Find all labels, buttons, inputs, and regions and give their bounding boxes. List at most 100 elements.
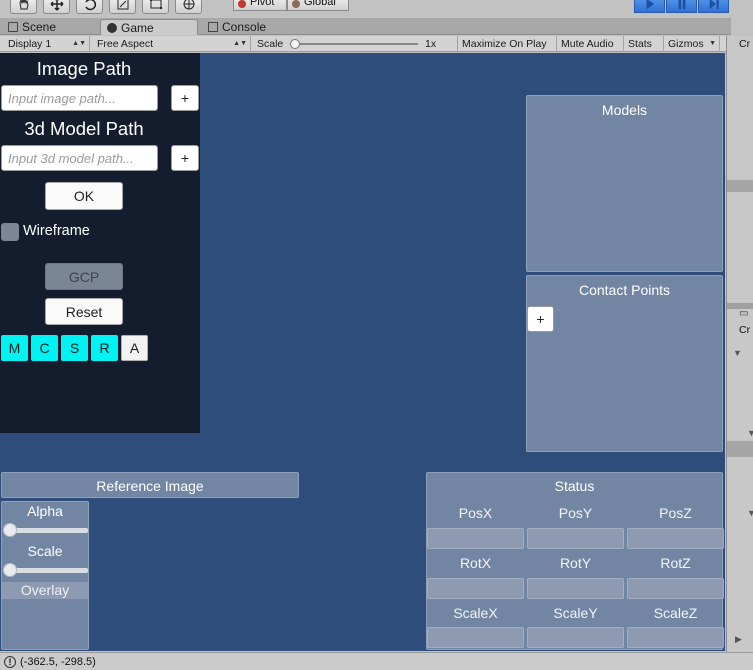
move-tool-button[interactable] [43,0,70,14]
unity-editor-window: Pivot Global Scene Game Console Display … [0,0,753,670]
posz-field[interactable] [627,528,724,549]
image-path-title: Image Path [36,58,132,79]
scroll-handle[interactable] [727,180,753,192]
image-path-input[interactable]: Input image path... [1,85,158,111]
globe-icon [292,0,300,8]
add-contact-point-button[interactable]: + [527,306,554,332]
pause-icon [678,0,685,9]
right-panel-label-2: Cr [739,324,751,336]
transform-icon [183,0,194,10]
models-title: Models [601,102,648,118]
pivot-toggle[interactable]: Pivot [233,0,287,11]
scale-slider[interactable]: Scale 1x [253,36,458,52]
stats-label: Stats [628,38,652,50]
tab-label: Game [121,20,154,35]
triangle-down-icon: ▼ [747,428,753,438]
maximize-on-play-toggle[interactable]: Maximize On Play [458,36,557,52]
posx-field[interactable] [427,528,524,549]
rect-icon [149,0,162,10]
scale-slider-track [293,43,418,45]
scale-label: Scale [257,38,284,50]
reset-button[interactable]: Reset [45,298,123,325]
display-value: Display 1 [8,38,52,50]
tab-scene[interactable]: Scene [2,19,98,35]
rotx-label: RotX [459,555,492,571]
add-model-button[interactable]: + [171,145,199,171]
rect-tool-button[interactable] [142,0,169,14]
play-button[interactable] [634,0,665,13]
dropdown-arrow-icon: ▼ [709,40,716,47]
status-coords: (-362.5, -298.5) [20,655,96,668]
gizmos-select[interactable]: Gizmos ▼ [664,36,720,52]
model-path-input[interactable]: Input 3d model path... [1,145,158,171]
posy-field[interactable] [527,528,624,549]
mode-s-button[interactable]: S [61,335,88,361]
scalez-field[interactable] [627,627,724,648]
right-panel-label: Cr [739,38,751,50]
loader-panel: Image Path Input image path... + 3d Mode… [0,53,200,433]
step-button[interactable] [698,0,729,13]
aspect-select[interactable]: Free Aspect ▲▼ [93,36,251,52]
global-label: Global [304,0,336,8]
mode-c-button[interactable]: C [31,335,58,361]
reference-image-header[interactable]: Reference Image [1,472,299,498]
scalex-field[interactable] [427,627,524,648]
tab-console[interactable]: Console [202,19,298,35]
scaley-label: ScaleY [553,605,598,621]
ok-button[interactable]: OK [45,182,123,210]
tab-game[interactable]: Game [100,19,198,35]
mute-audio-toggle[interactable]: Mute Audio [557,36,624,52]
pivot-icon [238,0,246,8]
game-view-toolbar: Display 1 ▲▼ Free Aspect ▲▼ Scale 1x Max… [0,36,731,52]
posy-label: PosY [558,505,593,521]
contact-points-title: Contact Points [578,282,671,298]
triangle-down-icon: ▼ [733,348,742,358]
reference-controls-panel: Alpha Scale Overlay [1,501,89,650]
status-panel: Status PosX PosY PosZ RotX RotY RotZ Sca… [426,472,724,650]
rotz-label: RotZ [660,555,691,571]
stats-toggle[interactable]: Stats [624,36,664,52]
contact-points-panel: Contact Points + [526,275,723,452]
scale-tool-button[interactable] [109,0,136,14]
mute-label: Mute Audio [561,38,614,50]
roty-field[interactable] [527,578,624,599]
scale-slider-knob[interactable] [3,563,17,577]
wireframe-checkbox[interactable] [1,223,19,241]
status-bar: ! (-362.5, -298.5) [0,652,753,670]
play-icon [646,0,654,9]
scalez-label: ScaleZ [653,605,698,621]
hand-icon [18,0,29,10]
triangle-right-icon: ▶ [735,634,742,644]
gcp-button[interactable]: GCP [45,263,123,290]
reference-image-title: Reference Image [96,478,204,494]
alpha-slider-knob[interactable] [3,523,17,537]
scroll-handle-2[interactable] [727,441,753,457]
maximize-label: Maximize On Play [462,38,547,50]
overlay-button[interactable]: Overlay [2,582,88,599]
mode-m-button[interactable]: M [1,335,28,361]
scale-slider-knob[interactable] [290,39,300,49]
main-toolbar: Pivot Global [0,0,753,18]
add-image-button[interactable]: + [171,85,199,111]
mode-r-button[interactable]: R [91,335,118,361]
posx-label: PosX [458,505,493,521]
folder-icon: ▭ [739,308,749,319]
pivot-label: Pivot [250,0,275,8]
scale-value: 1x [425,38,437,50]
scale-label: Scale [27,543,63,559]
alpha-label: Alpha [27,503,63,519]
pause-button[interactable] [666,0,697,13]
step-icon [709,0,719,9]
rotx-field[interactable] [427,578,524,599]
global-toggle[interactable]: Global [287,0,349,11]
gizmos-label: Gizmos [668,38,704,50]
display-select[interactable]: Display 1 ▲▼ [4,36,90,52]
rotate-tool-button[interactable] [76,0,103,14]
mode-a-button[interactable]: A [121,335,148,361]
hand-tool-button[interactable] [10,0,37,14]
transform-tool-button[interactable] [175,0,202,14]
rotz-field[interactable] [627,578,724,599]
scaley-field[interactable] [527,627,624,648]
models-panel: Models [526,95,723,272]
posz-label: PosZ [659,505,692,521]
